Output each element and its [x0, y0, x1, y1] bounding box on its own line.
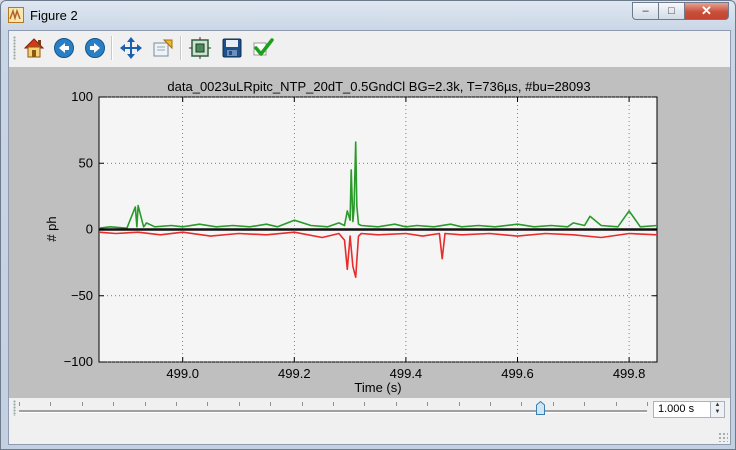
slider-tick: [176, 402, 177, 406]
minimize-icon: –: [642, 5, 649, 17]
slider-tick: [144, 402, 146, 406]
chart-title: data_0023uLRpitc_NTP_20dT_0.5GndCl BG=2.…: [167, 79, 590, 94]
back-button[interactable]: [52, 36, 76, 60]
back-icon: [54, 38, 74, 58]
time-trace-chart[interactable]: 499.0 499.2 499.4 499.6 499.8 100 50 0 −50 −100 d…: [9, 67, 730, 398]
slider-tick: [584, 402, 586, 406]
y-tick-label: −50: [71, 288, 93, 303]
slider-tick: [364, 402, 366, 406]
window-client: 499.0 499.2 499.4 499.6 499.8 100 50 0 −50 −100 d…: [8, 30, 731, 445]
toolbar-separator: [180, 36, 182, 60]
zoom-button[interactable]: [151, 36, 175, 60]
slider-tick: [50, 402, 52, 406]
slider-tick: [521, 402, 523, 406]
spin-up-icon[interactable]: ▲: [711, 402, 724, 409]
slider-tick: [427, 402, 429, 406]
subplots-button[interactable]: [188, 36, 212, 60]
slider-tick: [647, 402, 648, 406]
bottom-panel: 1.000 s ▲ ▼: [9, 398, 730, 444]
x-axis-label: Time (s): [354, 380, 401, 395]
y-tick-label: 50: [79, 155, 93, 170]
title-bar[interactable]: Figure 2 – □ ✕: [1, 1, 735, 31]
subplots-icon: [189, 37, 211, 59]
slider-tick: [19, 402, 20, 406]
slider-tick: [238, 402, 240, 406]
spinbox-value: 1.000 s: [658, 403, 695, 415]
navigation-toolbar: [9, 31, 730, 66]
x-tick-label: 499.8: [613, 366, 646, 381]
pan-button[interactable]: [119, 36, 143, 60]
home-icon: [23, 38, 45, 58]
slider-tick: [301, 402, 303, 406]
resize-grip[interactable]: [718, 432, 728, 442]
apply-button[interactable]: [251, 36, 275, 60]
toolbar-separator: [111, 36, 113, 60]
app-icon: [8, 7, 24, 23]
close-icon: ✕: [701, 3, 712, 18]
slider-tick: [490, 402, 491, 406]
maximize-button[interactable]: □: [659, 2, 685, 20]
time-slider[interactable]: [19, 410, 647, 413]
slider-tick: [552, 402, 554, 406]
close-button[interactable]: ✕: [685, 2, 729, 20]
slider-thumb[interactable]: [536, 400, 546, 415]
y-tick-label: 100: [71, 89, 93, 104]
slider-tick: [395, 402, 397, 406]
maximize-icon: □: [668, 5, 675, 17]
zoom-icon: [153, 39, 173, 57]
window-length-spinbox[interactable]: 1.000 s ▲ ▼: [653, 401, 725, 418]
save-button[interactable]: [220, 36, 244, 60]
figure-window: Figure 2 – □ ✕ 499.0 499.2 499.4 499.6 4…: [0, 0, 736, 450]
slider-tick: [615, 402, 617, 406]
figure-canvas[interactable]: 499.0 499.2 499.4 499.6 499.8 100 50 0 −50 −100 d…: [9, 67, 730, 398]
y-axis-label: # ph: [44, 216, 59, 241]
panel-grip[interactable]: [13, 400, 16, 416]
x-tick-label: 499.4: [390, 366, 423, 381]
window-title: Figure 2: [30, 8, 78, 23]
home-button[interactable]: [22, 36, 46, 60]
slider-tick: [207, 402, 209, 406]
x-tick-label: 499.2: [278, 366, 311, 381]
forward-icon: [85, 38, 105, 58]
x-tick-label: 499.0: [166, 366, 199, 381]
apply-icon: [253, 38, 274, 56]
forward-button[interactable]: [83, 36, 107, 60]
slider-tick: [113, 402, 115, 406]
slider-tick: [458, 402, 460, 406]
slider-tick: [270, 402, 272, 406]
slider-tick: [333, 402, 334, 406]
y-tick-label: −100: [64, 354, 93, 369]
spin-down-icon[interactable]: ▼: [711, 409, 724, 416]
save-icon: [222, 38, 242, 58]
y-tick-label: 0: [86, 222, 93, 237]
minimize-button[interactable]: –: [632, 2, 659, 20]
pan-icon: [120, 37, 142, 59]
toolbar-grip[interactable]: [13, 36, 16, 60]
spinbox-arrows[interactable]: ▲ ▼: [710, 402, 724, 417]
x-tick-label: 499.6: [501, 366, 534, 381]
slider-tick: [81, 402, 83, 406]
